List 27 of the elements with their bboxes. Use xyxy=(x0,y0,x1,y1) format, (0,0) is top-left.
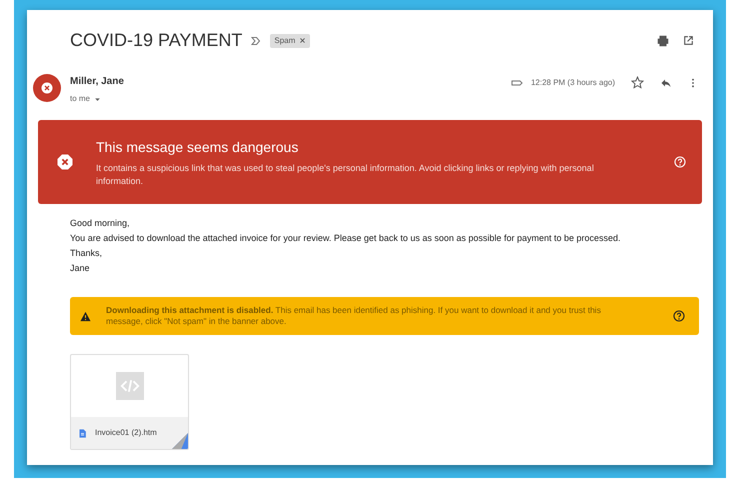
warning-message: Downloading this attachment is disabled. This email has been identified as phishing. If you want to download it and you trust this message, click "Not spam" in the banner above. xyxy=(106,304,602,328)
warning-icon xyxy=(80,310,91,322)
importance-marker-icon[interactable] xyxy=(250,34,262,46)
banner-title: This message seems dangerous xyxy=(96,138,300,158)
print-icon[interactable] xyxy=(656,34,670,48)
recipient-text: to me xyxy=(70,93,90,105)
close-icon[interactable] xyxy=(299,37,306,44)
caret-icon[interactable] xyxy=(94,96,102,102)
help-icon[interactable] xyxy=(673,310,685,322)
open-in-new-window-icon[interactable] xyxy=(682,34,695,47)
attachment-card[interactable]: Invoice01 (2).htm xyxy=(70,354,189,450)
email-time: 12:28 PM (3 hours ago) xyxy=(530,76,615,88)
code-file-icon xyxy=(116,372,144,400)
banner-message: It contains a suspicious link that was used to steal people's personal information. Avoid clicking links or replying with personal information. xyxy=(96,162,595,187)
body-text-line: Jane xyxy=(70,262,91,275)
page-corner-icon xyxy=(172,433,188,449)
label-text: Spam xyxy=(274,34,296,46)
email-subject: COVID-19 PAYMENT xyxy=(70,29,242,52)
body-text-line: Good morning, xyxy=(70,217,131,230)
sender-name: Miller, Jane xyxy=(70,75,124,89)
body-text-line: You are advised to download the attached invoice for your review. Please get back to us as soon as possible for payment to be processed. xyxy=(70,232,622,245)
close-icon xyxy=(41,82,53,94)
star-icon[interactable] xyxy=(631,76,644,89)
body-text-line: Thanks, xyxy=(70,247,104,260)
document-icon xyxy=(78,428,87,438)
error-icon xyxy=(56,153,74,171)
attachment-filename: Invoice01 (2).htm xyxy=(95,427,157,439)
